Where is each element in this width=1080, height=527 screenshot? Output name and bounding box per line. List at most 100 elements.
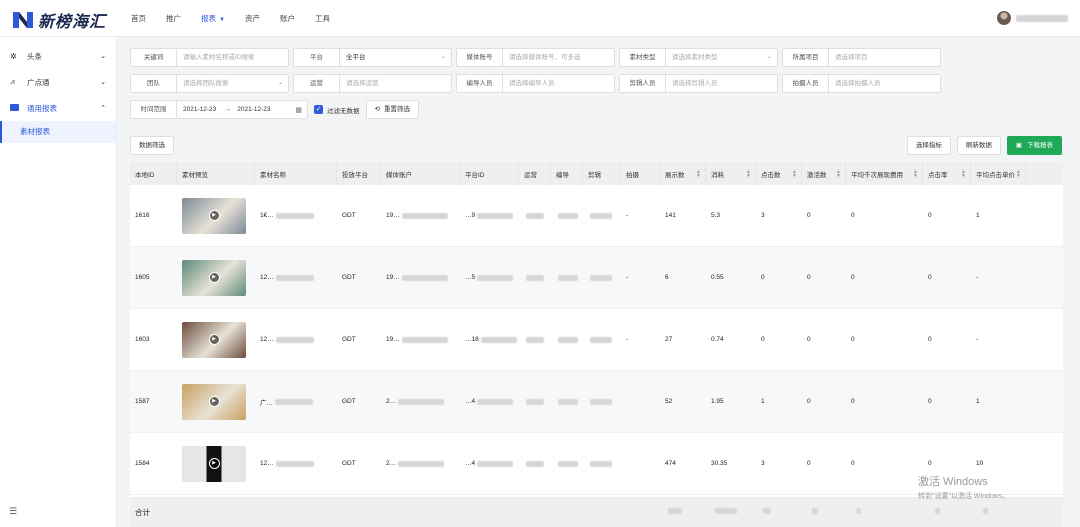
material-thumbnail[interactable]: ▶: [182, 445, 246, 482]
column-header[interactable]: 激活数 ▲ ▼: [802, 162, 846, 185]
column-header-label: 本地ID: [135, 171, 155, 179]
sort-icon[interactable]: ▲ ▼: [746, 169, 751, 178]
play-icon[interactable]: ▶: [208, 396, 220, 407]
cell-impressions: 52: [665, 398, 673, 405]
play-icon[interactable]: ▶: [208, 272, 220, 283]
table-row[interactable]: 1603 ▶ 12… GDT 19… …18 - 27 0.74 0 0 0 0 -: [130, 309, 1063, 371]
cell-pid: …5: [465, 274, 476, 281]
table-cell: [583, 247, 621, 309]
project-select[interactable]: 所属项目 请选择项目: [782, 48, 941, 67]
operator-placeholder: 请选择运营: [346, 80, 379, 87]
filter-label: 运营: [294, 75, 340, 92]
date-start[interactable]: 2021-12-23: [177, 106, 216, 113]
cell-cost: 30.35: [711, 460, 728, 467]
column-header-label: 媒体账户: [386, 171, 412, 179]
column-header[interactable]: 点击数 ▲ ▼: [756, 162, 802, 185]
material-thumbnail[interactable]: ▶: [182, 321, 246, 358]
column-header[interactable]: 展示数 ▲ ▼: [660, 162, 706, 185]
blurred-text: [401, 274, 448, 281]
total-blurred: [935, 508, 940, 514]
table-cell: [519, 309, 551, 371]
sidebar-item-label: 广点通: [27, 77, 50, 87]
user-menu[interactable]: [997, 11, 1068, 25]
table-row[interactable]: 1616 ▶ 1€… GDT 19… …9 - 141 5.3 3 0 0 0 1: [130, 185, 1063, 247]
column-header: 本地ID: [130, 162, 177, 185]
blurred-text: [401, 212, 448, 219]
table-cell: [583, 371, 621, 433]
director-select[interactable]: 编导人员 请选择编导人员: [456, 74, 615, 93]
sort-icon[interactable]: ▲ ▼: [696, 169, 701, 178]
table-cell: 19…: [381, 247, 460, 309]
nav-assets[interactable]: 资产: [235, 0, 270, 37]
table-cell: [551, 309, 583, 371]
table-cell: 1616: [130, 185, 177, 247]
keyword-field[interactable]: 关键词 请输入素材名称或ID搜索: [130, 48, 289, 67]
column-header[interactable]: 平均点击单价 ▲ ▼: [971, 162, 1026, 185]
table-cell: 1603: [130, 309, 177, 371]
nav-home[interactable]: 首页: [121, 0, 156, 37]
shooter-select[interactable]: 拍摄人员 请选择拍摄人员: [782, 74, 941, 93]
cell-account: 19…: [386, 212, 400, 219]
column-header: 编导: [551, 162, 583, 185]
material-type-select[interactable]: 素材类型 请选择素材类型 ⌄: [619, 48, 778, 67]
play-icon[interactable]: ▶: [208, 334, 220, 345]
cell-activations: 0: [807, 398, 811, 405]
date-end[interactable]: 2021-12-23: [231, 106, 270, 113]
platform-select[interactable]: 平台 全平台 ⌄: [293, 48, 452, 67]
table-cell: [583, 309, 621, 371]
nav-account[interactable]: 账户: [270, 0, 305, 37]
keyword-input[interactable]: 请输入素材名称或ID搜索: [177, 49, 288, 66]
sidebar-item-toutiao[interactable]: ✲ 头条 ⌄: [0, 43, 116, 69]
filter-no-data-checkbox[interactable]: ✓ 过滤无数据: [314, 105, 360, 115]
sort-icon[interactable]: ▲ ▼: [792, 169, 797, 178]
sort-icon[interactable]: ▲ ▼: [961, 169, 966, 178]
material-thumbnail[interactable]: ▶: [182, 383, 246, 420]
table-cell: [519, 371, 551, 433]
table-cell: 0: [923, 309, 971, 371]
editor-select[interactable]: 剪辑人员 请选择剪辑人员: [619, 74, 778, 93]
select-metrics-button[interactable]: 选择指标: [906, 136, 951, 155]
cell-ctr: 0: [928, 460, 932, 467]
sidebar-subitem-material-report[interactable]: 素材报表: [0, 121, 116, 143]
play-icon[interactable]: ▶: [208, 458, 220, 469]
table-cell: 1584: [130, 433, 177, 495]
cell-shooter: -: [626, 212, 629, 219]
sort-icon[interactable]: ▲ ▼: [1016, 169, 1021, 178]
filter-label: 团队: [131, 75, 177, 92]
cell-account: 19…: [386, 274, 400, 281]
column-header[interactable]: 点击率 ▲ ▼: [923, 162, 971, 185]
table-row[interactable]: 1587 ▶ 广… GDT 2… …4 52 1.95 1 0 0 0 1: [130, 371, 1063, 433]
table-cell: 19…: [381, 185, 460, 247]
media-account-select[interactable]: 媒体账号 请选择媒体账号，可多选: [456, 48, 615, 67]
column-header[interactable]: 消耗 ▲ ▼: [706, 162, 756, 185]
collapse-menu-icon[interactable]: ☰: [9, 506, 17, 517]
cell-cpc: -: [976, 336, 979, 343]
table-cell: 2…: [381, 371, 460, 433]
blurred-text: [526, 398, 544, 405]
sidebar-item-gdt[interactable]: ⩘ 广点通 ⌄: [0, 69, 116, 95]
table-row[interactable]: 1605 ▶ 12… GDT 19… …5 - 6 0.55 0 0 0 0 -: [130, 247, 1063, 309]
nav-reports[interactable]: 报表 ▼: [191, 0, 235, 37]
cell-cost: 0.55: [711, 274, 724, 281]
play-icon[interactable]: ▶: [208, 210, 220, 221]
refresh-data-button[interactable]: 刷新数据: [956, 136, 1001, 155]
sidebar-item-general-reports[interactable]: 通用报表 ⌃: [0, 95, 116, 121]
table-cell: 0: [846, 433, 923, 495]
nav-promotion[interactable]: 推广: [156, 0, 191, 37]
sort-icon[interactable]: ▲ ▼: [836, 169, 841, 178]
operator-select[interactable]: 运营 请选择运营: [293, 74, 452, 93]
material-thumbnail[interactable]: ▶: [182, 197, 246, 234]
material-thumbnail[interactable]: ▶: [182, 259, 246, 296]
top-bar: 新榜海汇 首页 推广 报表 ▼ 资产 账户 工具: [0, 0, 1080, 37]
download-report-button[interactable]: ▣ 下载报表: [1006, 136, 1062, 155]
table-cell: 52: [660, 371, 706, 433]
team-select[interactable]: 团队 请选择团队搜索 ⌄: [130, 74, 289, 93]
sort-icon[interactable]: ▲ ▼: [913, 169, 918, 178]
reset-filter-button[interactable]: ⟲ 重置筛选: [365, 100, 419, 119]
data-filter-button[interactable]: 数据筛选: [130, 136, 174, 155]
date-range-picker[interactable]: 时间范围 2021-12-23 → 2021-12-23 ▦: [130, 100, 308, 119]
brand-logo[interactable]: 新榜海汇: [11, 8, 106, 32]
column-header: 剪辑: [583, 162, 621, 185]
nav-tools[interactable]: 工具: [305, 0, 340, 37]
column-header[interactable]: 平均千次展现费用 ▲ ▼: [846, 162, 923, 185]
